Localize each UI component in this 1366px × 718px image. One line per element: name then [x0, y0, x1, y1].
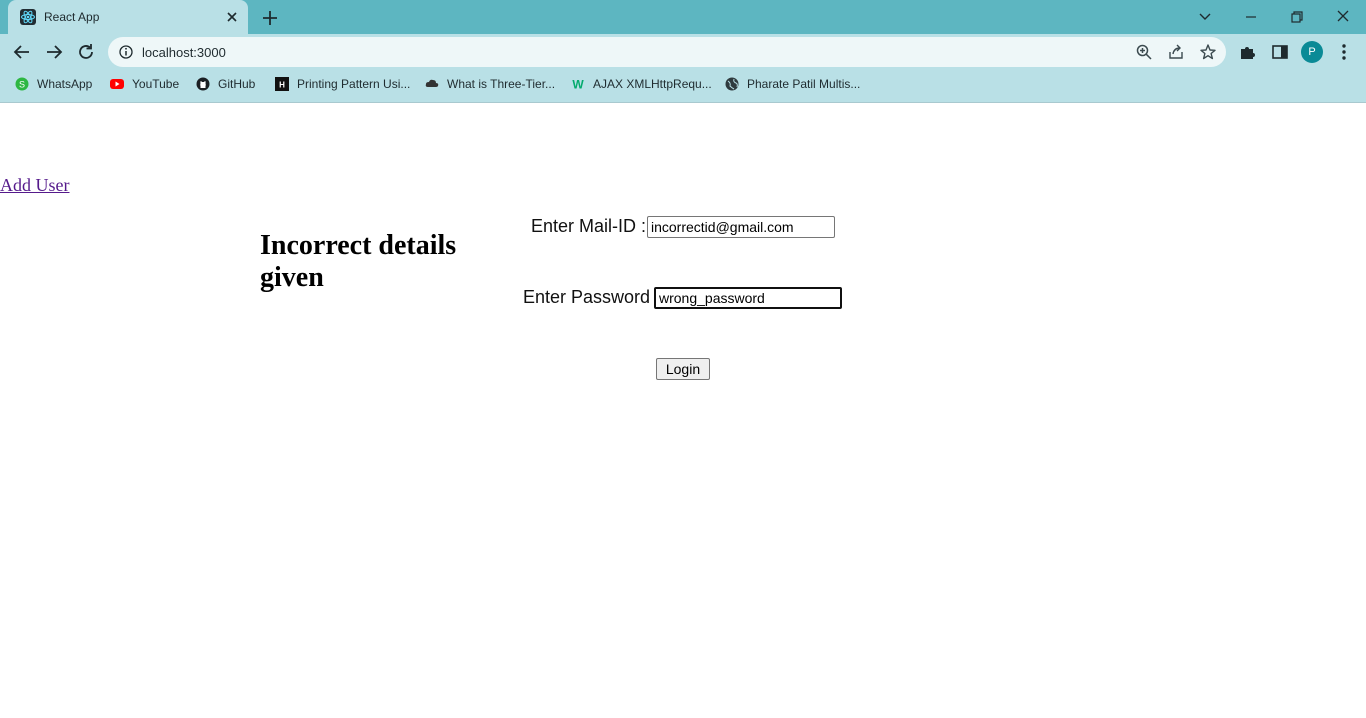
reload-icon[interactable]	[75, 41, 97, 63]
share-icon[interactable]	[1167, 43, 1185, 61]
bookmark-whatsapp[interactable]: S WhatsApp	[15, 76, 92, 92]
globe-icon	[725, 77, 739, 91]
svg-text:H: H	[279, 81, 285, 90]
bookmark-label: GitHub	[218, 77, 256, 91]
bookmark-pharate-patil[interactable]: Pharate Patil Multis...	[725, 76, 860, 92]
bookmark-label: What is Three-Tier...	[447, 77, 556, 91]
svg-text:S: S	[19, 80, 25, 90]
browser-chrome: React App localhost:3000 P S WhatsApp Yo…	[0, 0, 1366, 103]
browser-toolbar: localhost:3000 P	[0, 34, 1366, 70]
w3schools-icon: W	[571, 77, 585, 92]
tab-strip: React App	[0, 0, 1366, 34]
extensions-puzzle-icon[interactable]	[1238, 42, 1258, 62]
password-label: Enter Password :	[523, 287, 661, 307]
mail-input[interactable]	[647, 216, 835, 238]
svg-text:W: W	[572, 78, 584, 92]
close-tab-icon[interactable]	[224, 9, 240, 25]
error-message: Incorrect details given	[260, 230, 457, 293]
tab-react-app[interactable]: React App	[8, 0, 248, 34]
bookmark-printing-pattern[interactable]: H Printing Pattern Usi...	[275, 76, 410, 92]
bookmark-label: Pharate Patil Multis...	[747, 77, 861, 91]
bookmark-label: WhatsApp	[37, 77, 93, 91]
cloud-icon	[425, 77, 439, 91]
bookmark-label: Printing Pattern Usi...	[297, 77, 411, 91]
minimize-icon[interactable]	[1240, 6, 1262, 28]
side-panel-icon[interactable]	[1270, 42, 1290, 62]
bookmark-label: YouTube	[132, 77, 180, 91]
bookmark-label: AJAX XMLHttpRequ...	[593, 77, 712, 91]
react-favicon-icon	[20, 9, 36, 25]
menu-kebab-icon[interactable]	[1334, 42, 1354, 62]
profile-avatar[interactable]: P	[1301, 41, 1323, 63]
tab-title: React App	[44, 10, 100, 24]
page-content: Add User Incorrect details given Enter M…	[0, 103, 1366, 718]
site-info-icon[interactable]	[118, 44, 134, 60]
url-text: localhost:3000	[142, 45, 226, 60]
youtube-icon	[110, 77, 124, 91]
bookmark-star-icon[interactable]	[1199, 43, 1217, 61]
bookmark-github[interactable]: GitHub	[196, 76, 255, 92]
mail-label: Enter Mail-ID :	[531, 216, 647, 236]
whatsapp-icon: S	[15, 77, 29, 91]
address-bar[interactable]: localhost:3000	[108, 37, 1226, 67]
restore-icon[interactable]	[1286, 6, 1308, 28]
password-input[interactable]	[654, 287, 842, 309]
back-arrow-icon[interactable]	[11, 41, 33, 63]
tab-search-chevron-icon[interactable]	[1194, 6, 1216, 28]
github-icon	[196, 77, 210, 91]
add-user-link[interactable]: Add User	[0, 175, 70, 196]
bookmark-youtube[interactable]: YouTube	[110, 76, 179, 92]
geeks-icon: H	[275, 77, 289, 91]
close-window-icon[interactable]	[1332, 6, 1354, 28]
forward-arrow-icon[interactable]	[43, 41, 65, 63]
new-tab-icon[interactable]	[260, 8, 280, 28]
bookmarks-bar: S WhatsApp YouTube GitHub H Printing Pat…	[0, 72, 1366, 96]
zoom-icon[interactable]	[1135, 43, 1153, 61]
login-button[interactable]: Login	[656, 358, 710, 380]
bookmark-ajax[interactable]: W AJAX XMLHttpRequ...	[571, 76, 712, 92]
bookmark-three-tier[interactable]: What is Three-Tier...	[425, 76, 555, 92]
